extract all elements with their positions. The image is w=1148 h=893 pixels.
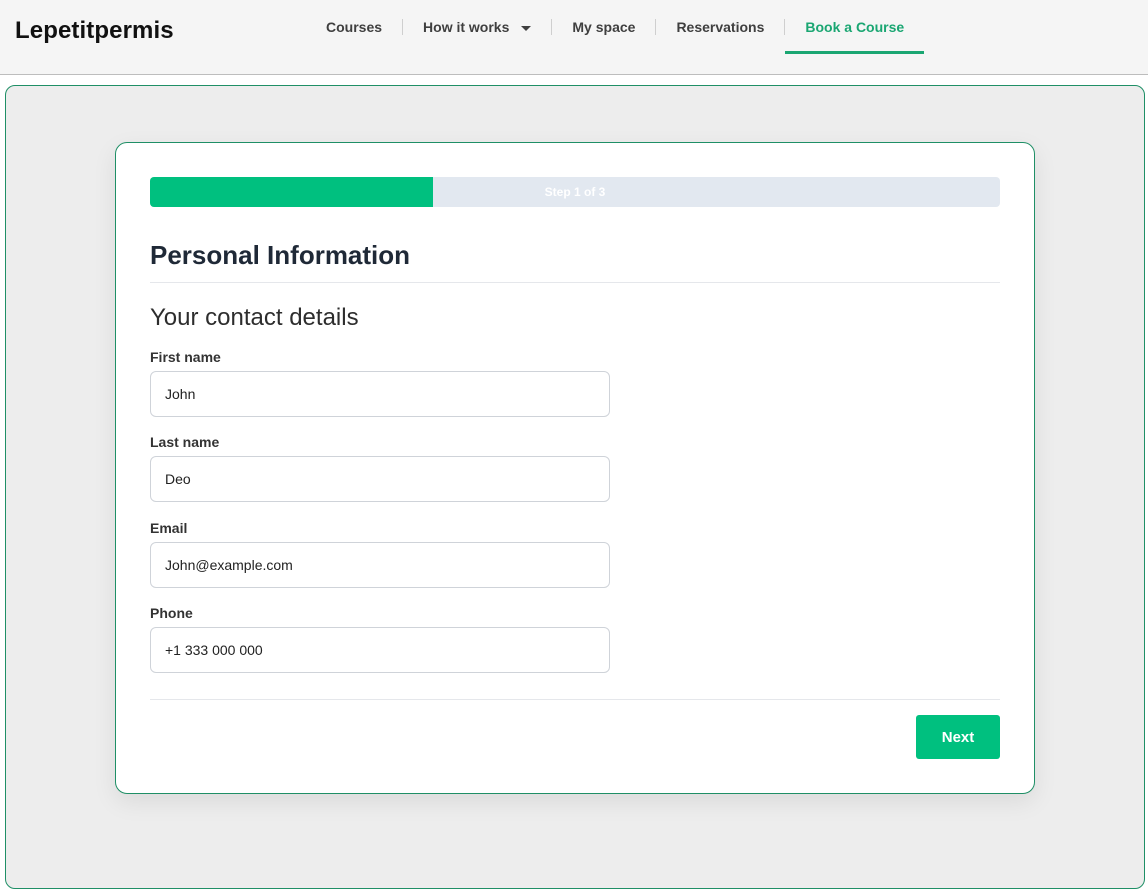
first-name-label: First name xyxy=(150,349,221,365)
phone-input[interactable] xyxy=(150,627,610,673)
phone-label: Phone xyxy=(150,605,193,621)
nav-item-label: Reservations xyxy=(676,19,765,35)
last-name-input[interactable] xyxy=(150,456,610,502)
section-title: Personal Information xyxy=(150,240,411,270)
last-name-label: Last name xyxy=(150,434,220,450)
nav-item-label: Book a Course xyxy=(805,19,905,35)
booking-form-card: Step 1 of 3 Personal Information Your co… xyxy=(115,142,1035,794)
chevron-down-icon xyxy=(521,25,532,31)
next-button[interactable]: Next xyxy=(916,715,1000,759)
nav-item-label: My space xyxy=(572,19,636,35)
progress-label: Step 1 of 3 xyxy=(544,185,606,199)
footer-divider xyxy=(150,699,1000,700)
nav-item-reservations[interactable]: Reservations xyxy=(656,0,784,54)
section-divider xyxy=(150,282,1000,283)
brand-logo[interactable]: Lepetitpermis xyxy=(15,17,174,45)
email-label: Email xyxy=(150,520,188,536)
subsection-title: Your contact details xyxy=(150,304,359,331)
first-name-input[interactable] xyxy=(150,371,610,417)
main-nav: Courses How it works My space Reservatio… xyxy=(306,0,924,60)
nav-item-book-a-course[interactable]: Book a Course xyxy=(785,0,924,54)
nav-item-label: How it works xyxy=(423,19,510,35)
nav-item-my-space[interactable]: My space xyxy=(552,0,655,54)
nav-item-courses[interactable]: Courses xyxy=(306,0,402,54)
nav-item-label: Courses xyxy=(326,19,383,35)
nav-item-how-it-works[interactable]: How it works xyxy=(403,0,551,54)
top-navigation-bar: Lepetitpermis Courses How it works My sp… xyxy=(0,0,1148,75)
email-input[interactable] xyxy=(150,542,610,588)
step-progress-bar: Step 1 of 3 xyxy=(150,177,1000,207)
